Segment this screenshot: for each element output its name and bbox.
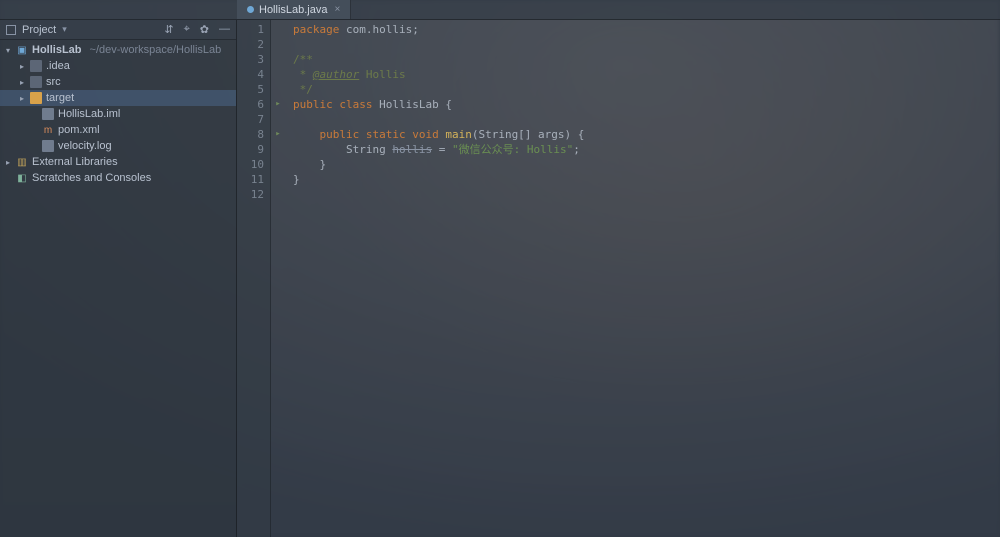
editor-tab-hollislab[interactable]: HollisLab.java × xyxy=(237,0,351,19)
tree-item-label: HollisLab.iml xyxy=(58,108,120,120)
tree-item-velocity[interactable]: velocity.log xyxy=(0,138,236,154)
tree-item-idea[interactable]: ▸ .idea xyxy=(0,58,236,74)
folder-icon xyxy=(30,92,42,104)
tree-item-label: .idea xyxy=(46,60,70,72)
tree-item-label: target xyxy=(46,92,74,104)
tree-item-label: External Libraries xyxy=(32,156,118,168)
select-opened-icon[interactable]: ⌖ xyxy=(184,23,190,36)
code-area[interactable]: package com.hollis; /** * @author Hollis… xyxy=(285,20,584,537)
tree-item-pom[interactable]: m pom.xml xyxy=(0,122,236,138)
folder-icon xyxy=(30,76,42,88)
tree-item-iml[interactable]: HollisLab.iml xyxy=(0,106,236,122)
run-gutter-icon[interactable]: ▸ xyxy=(271,127,285,142)
chevron-down-icon[interactable]: ▾ xyxy=(62,24,67,35)
file-icon xyxy=(42,140,54,152)
run-gutter-icon[interactable]: ▸ xyxy=(271,97,285,112)
module-icon: ▣ xyxy=(16,44,28,56)
scratch-icon: ◧ xyxy=(16,172,28,184)
hide-icon[interactable]: — xyxy=(219,23,230,36)
code-editor[interactable]: 123 456 789 101112 ▸ ▸ package com.holli… xyxy=(237,20,1000,537)
file-icon xyxy=(42,108,54,120)
chevron-right-icon: ▸ xyxy=(4,158,12,167)
tab-bar: HollisLab.java × xyxy=(0,0,1000,20)
tree-item-ext-libs[interactable]: ▸ ▥ External Libraries xyxy=(0,154,236,170)
tree-project-root[interactable]: ▾ ▣ HollisLab ~/dev-workspace/HollisLab xyxy=(0,42,236,58)
tree-item-label: velocity.log xyxy=(58,140,112,152)
editor-tab-label: HollisLab.java xyxy=(259,4,327,16)
java-file-icon xyxy=(247,6,254,13)
project-sidebar: Project ▾ ⇵ ⌖ ✿ — ▾ ▣ HollisLab ~/dev-wo… xyxy=(0,20,237,537)
chevron-right-icon: ▸ xyxy=(18,62,26,71)
settings-icon[interactable]: ✿ xyxy=(200,23,209,36)
tree-item-label: pom.xml xyxy=(58,124,100,136)
chevron-down-icon: ▾ xyxy=(4,46,12,55)
tree-item-label: HollisLab xyxy=(32,44,82,56)
gutter-marks: ▸ ▸ xyxy=(271,20,285,537)
library-icon: ▥ xyxy=(16,156,28,168)
tree-item-target[interactable]: ▸ target xyxy=(0,90,236,106)
collapse-all-icon[interactable]: ⇵ xyxy=(164,23,173,36)
sidebar-header: Project ▾ ⇵ ⌖ ✿ — xyxy=(0,20,236,40)
sidebar-title: Project xyxy=(22,24,56,36)
tree-item-label: src xyxy=(46,76,61,88)
close-icon[interactable]: × xyxy=(334,4,340,15)
chevron-right-icon: ▸ xyxy=(18,78,26,87)
tree-item-scratches[interactable]: ◧ Scratches and Consoles xyxy=(0,170,236,186)
folder-icon xyxy=(30,60,42,72)
tree-item-src[interactable]: ▸ src xyxy=(0,74,236,90)
project-tree: ▾ ▣ HollisLab ~/dev-workspace/HollisLab … xyxy=(0,40,236,188)
chevron-right-icon: ▸ xyxy=(18,94,26,103)
line-number-gutter: 123 456 789 101112 xyxy=(237,20,271,537)
tree-item-path: ~/dev-workspace/HollisLab xyxy=(90,44,222,56)
maven-icon: m xyxy=(42,124,54,136)
project-tool-icon xyxy=(6,25,16,35)
tree-item-label: Scratches and Consoles xyxy=(32,172,151,184)
